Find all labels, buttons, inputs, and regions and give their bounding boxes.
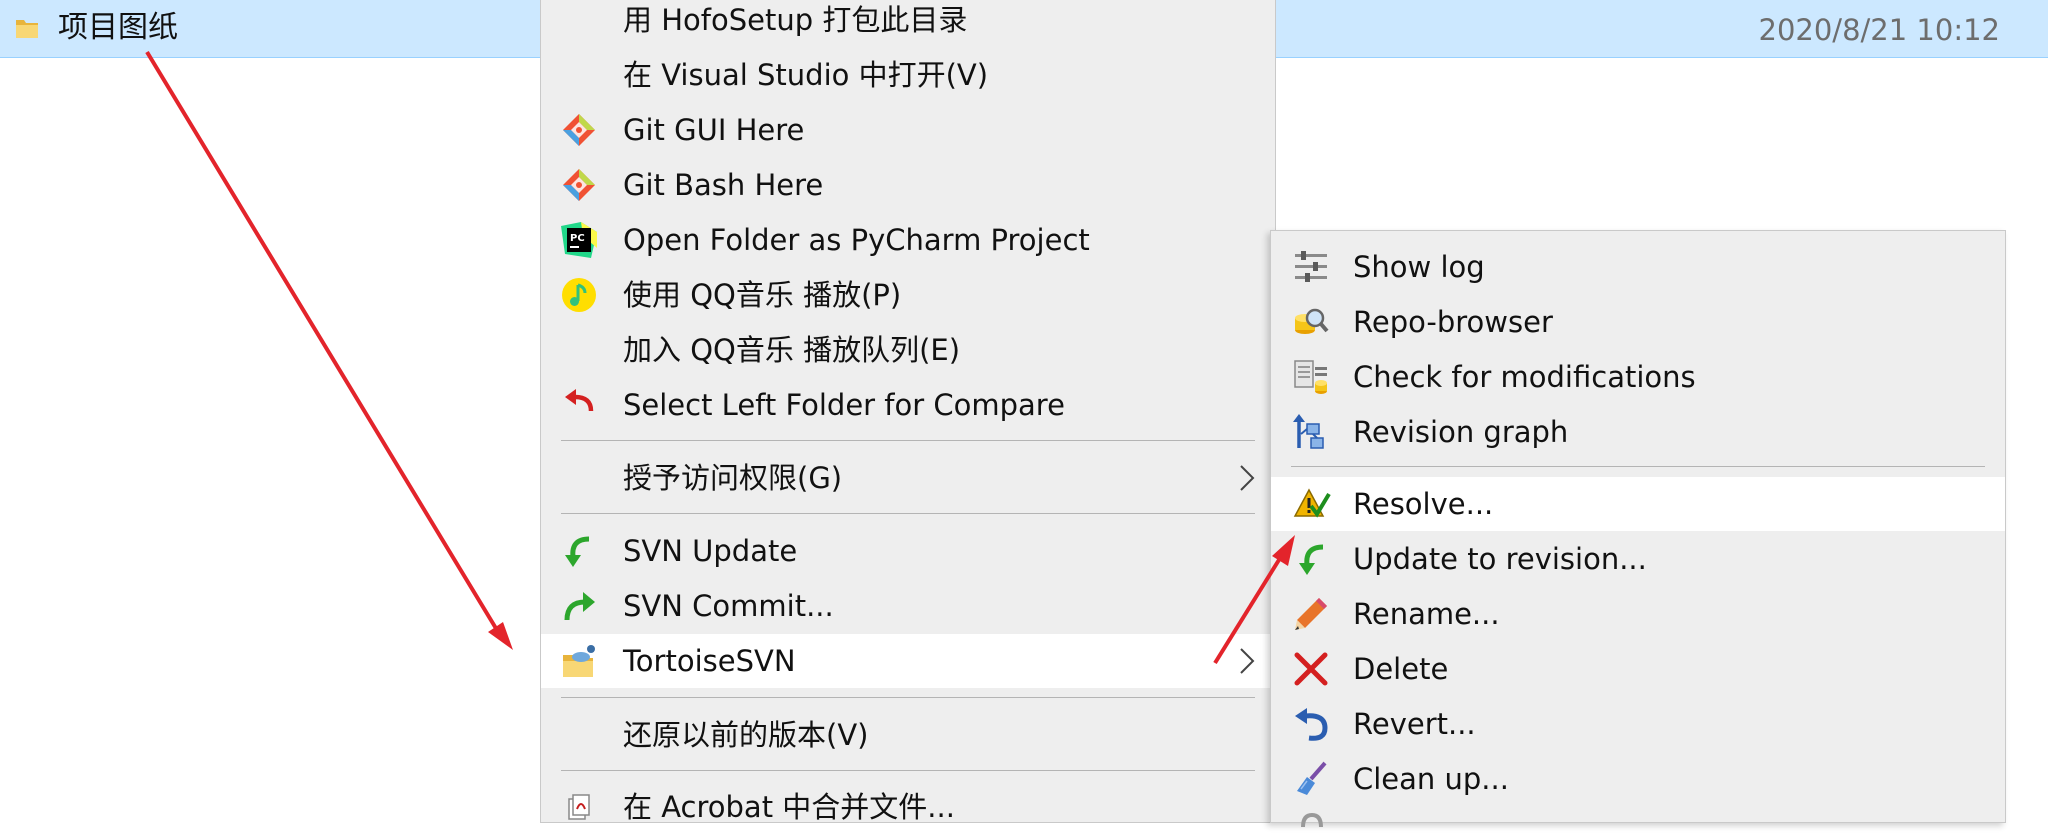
folder-modified-date: 2020/8/21 10:12	[1758, 13, 2001, 47]
revision-graph-icon	[1293, 414, 1324, 449]
submenu-item-repo-browser[interactable]: Repo-browser	[1271, 295, 2005, 349]
menu-item-acrobat-combine[interactable]: 在 Acrobat 中合并文件...	[541, 780, 1275, 834]
submenu-item-revision-graph[interactable]: Revision graph	[1271, 405, 2005, 459]
submenu-item-check-modifications[interactable]: Check for modifications	[1271, 350, 2005, 404]
menu-item-label: 还原以前的版本(V)	[623, 718, 869, 752]
menu-item-grant-access[interactable]: 授予访问权限(G)	[541, 451, 1275, 505]
submenu-item-label: Delete	[1353, 652, 1449, 686]
menu-item-open-pycharm-project[interactable]: PC Open Folder as PyCharm Project	[541, 213, 1275, 267]
git-icon	[563, 169, 595, 201]
chevron-right-icon	[1240, 465, 1255, 491]
menu-separator	[561, 697, 1255, 698]
menu-item-qq-music-play[interactable]: 使用 QQ音乐 播放(P)	[541, 268, 1275, 322]
check-modifications-icon	[1294, 360, 1327, 394]
menu-item-label: Git Bash Here	[623, 168, 824, 202]
menu-separator	[561, 440, 1255, 441]
menu-item-git-bash[interactable]: Git Bash Here	[541, 158, 1275, 212]
submenu-item-label: Update to revision...	[1353, 542, 1647, 576]
menu-item-git-gui[interactable]: Git GUI Here	[541, 103, 1275, 157]
submenu-item-resolve[interactable]: Resolve...	[1271, 477, 2005, 531]
submenu-item-label: Show log	[1353, 250, 1485, 284]
pycharm-icon: PC	[561, 222, 597, 258]
context-menu: 用 HofoSetup 打包此目录 在 Visual Studio 中打开(V)…	[540, 0, 1276, 824]
tortoisesvn-submenu: Show log Repo-browser Check for modifica…	[1270, 230, 2006, 828]
revert-icon	[1295, 708, 1328, 741]
submenu-item-clean-up[interactable]: Clean up...	[1271, 752, 2005, 806]
menu-item-label: TortoiseSVN	[623, 644, 796, 678]
menu-item-label: Open Folder as PyCharm Project	[623, 223, 1090, 257]
submenu-item-label: Repo-browser	[1353, 305, 1553, 339]
submenu-item-label: Check for modifications	[1353, 360, 1696, 394]
menu-item-tortoisesvn[interactable]: TortoiseSVN	[541, 634, 1275, 688]
resolve-icon	[1293, 488, 1331, 518]
submenu-item-label: Revision graph	[1353, 415, 1569, 449]
submenu-item-revert[interactable]: Revert...	[1271, 697, 2005, 751]
menu-item-label: 在 Visual Studio 中打开(V)	[623, 58, 989, 92]
svn-update-icon	[565, 536, 590, 567]
submenu-item-update-to-revision[interactable]: Update to revision...	[1271, 532, 2005, 586]
rename-pencil-icon	[1295, 598, 1327, 630]
menu-item-restore-previous-versions[interactable]: 还原以前的版本(V)	[541, 708, 1275, 762]
submenu-item-label: Resolve...	[1353, 487, 1494, 521]
submenu-item-label: Clean up...	[1353, 762, 1509, 796]
annotation-arrow-to-tortoisesvn	[145, 50, 513, 650]
repo-browser-icon	[1295, 308, 1329, 334]
submenu-separator	[1291, 466, 1985, 467]
menu-separator	[561, 513, 1255, 514]
menu-item-open-in-visual-studio[interactable]: 在 Visual Studio 中打开(V)	[541, 48, 1275, 102]
menu-item-qq-music-queue[interactable]: 加入 QQ音乐 播放队列(E)	[541, 323, 1275, 377]
menu-item-svn-commit[interactable]: SVN Commit...	[541, 579, 1275, 633]
menu-item-svn-update[interactable]: SVN Update	[541, 524, 1275, 578]
submenu-item-show-log[interactable]: Show log	[1271, 240, 2005, 294]
menu-item-label: 用 HofoSetup 打包此目录	[623, 3, 968, 37]
update-revision-icon	[1299, 544, 1324, 575]
menu-item-label: 加入 QQ音乐 播放队列(E)	[623, 333, 961, 367]
menu-item-label: SVN Commit...	[623, 589, 834, 623]
compare-arrow-icon	[565, 389, 594, 412]
menu-item-label: 使用 QQ音乐 播放(P)	[623, 278, 902, 312]
git-icon	[563, 114, 595, 146]
qq-music-icon	[562, 278, 596, 312]
submenu-item-rename[interactable]: Rename...	[1271, 587, 2005, 641]
menu-item-label: 授予访问权限(G)	[623, 461, 843, 495]
folder-icon	[16, 20, 38, 38]
delete-x-icon	[1294, 652, 1328, 686]
submenu-item-delete[interactable]: Delete	[1271, 642, 2005, 696]
submenu-item-label: Revert...	[1353, 707, 1476, 741]
menu-separator	[561, 770, 1255, 771]
acrobat-icon	[568, 794, 590, 820]
svg-text:PC: PC	[570, 233, 585, 244]
menu-item-hofosetup-pack[interactable]: 用 HofoSetup 打包此目录	[541, 0, 1275, 47]
cleanup-brush-icon	[1297, 761, 1327, 795]
menu-item-label: Select Left Folder for Compare	[623, 388, 1065, 422]
partial-item-icon	[1301, 812, 1323, 828]
svn-commit-icon	[564, 592, 595, 621]
tortoisesvn-icon	[563, 645, 595, 677]
menu-item-select-left-folder-compare[interactable]: Select Left Folder for Compare	[541, 378, 1275, 432]
menu-item-label: SVN Update	[623, 534, 798, 568]
chevron-right-icon	[1240, 648, 1255, 674]
folder-name: 项目图纸	[58, 10, 178, 45]
submenu-item-label: Rename...	[1353, 597, 1500, 631]
menu-item-label: 在 Acrobat 中合并文件...	[623, 790, 955, 824]
menu-item-label: Git GUI Here	[623, 113, 805, 147]
show-log-icon	[1295, 251, 1327, 282]
